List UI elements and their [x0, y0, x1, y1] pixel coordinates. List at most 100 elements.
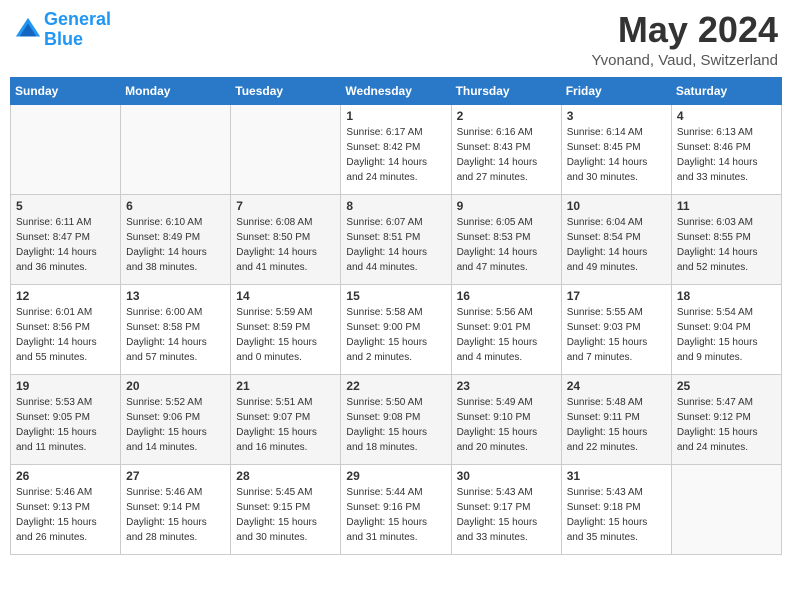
- week-row-4: 19 Sunrise: 5:53 AM Sunset: 9:05 PM Dayli…: [11, 374, 782, 464]
- day-cell: 9 Sunrise: 6:05 AM Sunset: 8:53 PM Daylig…: [451, 194, 561, 284]
- day-info: Sunrise: 5:56 AM Sunset: 9:01 PM Dayligh…: [457, 305, 556, 365]
- day-number: 7: [236, 199, 335, 213]
- day-info: Sunrise: 6:10 AM Sunset: 8:49 PM Dayligh…: [126, 215, 225, 275]
- day-cell: 5Sunrise: 6:11 AM Sunset: 8:47 PM Daylig…: [11, 194, 121, 284]
- day-cell: 7 Sunrise: 6:08 AM Sunset: 8:50 PM Daylig…: [231, 194, 341, 284]
- day-number: 13: [126, 289, 225, 303]
- location-title: Yvonand, Vaud, Switzerland: [591, 52, 778, 69]
- day-number: 4: [677, 109, 776, 123]
- day-info: Sunrise: 5:59 AM Sunset: 8:59 PM Dayligh…: [236, 305, 335, 365]
- day-info: Sunrise: 5:48 AM Sunset: 9:11 PM Dayligh…: [567, 395, 666, 455]
- day-cell: 6 Sunrise: 6:10 AM Sunset: 8:49 PM Daylig…: [121, 194, 231, 284]
- day-cell: 3Sunrise: 6:14 AM Sunset: 8:45 PM Daylig…: [561, 104, 671, 194]
- day-number: 25: [677, 379, 776, 393]
- day-cell: [231, 104, 341, 194]
- day-cell: [11, 104, 121, 194]
- day-cell: 26 Sunrise: 5:46 AM Sunset: 9:13 PM Dayli…: [11, 464, 121, 554]
- month-title: May 2024: [591, 10, 778, 50]
- day-cell: 15 Sunrise: 5:58 AM Sunset: 9:00 PM Dayli…: [341, 284, 451, 374]
- day-info: Sunrise: 6:04 AM Sunset: 8:54 PM Dayligh…: [567, 215, 666, 275]
- day-cell: 2 Sunrise: 6:16 AM Sunset: 8:43 PM Daylig…: [451, 104, 561, 194]
- calendar-body: 1Sunrise: 6:17 AM Sunset: 8:42 PM Daylig…: [11, 104, 782, 554]
- day-number: 21: [236, 379, 335, 393]
- day-cell: [671, 464, 781, 554]
- week-row-3: 12 Sunrise: 6:01 AM Sunset: 8:56 PM Dayli…: [11, 284, 782, 374]
- day-cell: 22Sunrise: 5:50 AM Sunset: 9:08 PM Dayli…: [341, 374, 451, 464]
- day-number: 20: [126, 379, 225, 393]
- day-number: 27: [126, 469, 225, 483]
- weekday-friday: Friday: [561, 77, 671, 104]
- day-info: Sunrise: 5:58 AM Sunset: 9:00 PM Dayligh…: [346, 305, 445, 365]
- weekday-header-row: SundayMondayTuesdayWednesdayThursdayFrid…: [11, 77, 782, 104]
- day-number: 19: [16, 379, 115, 393]
- day-info: Sunrise: 5:43 AM Sunset: 9:17 PM Dayligh…: [457, 485, 556, 545]
- day-cell: 27 Sunrise: 5:46 AM Sunset: 9:14 PM Dayli…: [121, 464, 231, 554]
- day-cell: 24 Sunrise: 5:48 AM Sunset: 9:11 PM Dayli…: [561, 374, 671, 464]
- day-info: Sunrise: 5:44 AM Sunset: 9:16 PM Dayligh…: [346, 485, 445, 545]
- day-info: Sunrise: 6:00 AM Sunset: 8:58 PM Dayligh…: [126, 305, 225, 365]
- day-info: Sunrise: 6:13 AM Sunset: 8:46 PM Dayligh…: [677, 125, 776, 185]
- day-number: 10: [567, 199, 666, 213]
- title-block: May 2024 Yvonand, Vaud, Switzerland: [591, 10, 778, 69]
- day-cell: 31 Sunrise: 5:43 AM Sunset: 9:18 PM Dayli…: [561, 464, 671, 554]
- day-cell: 30Sunrise: 5:43 AM Sunset: 9:17 PM Dayli…: [451, 464, 561, 554]
- day-number: 1: [346, 109, 445, 123]
- day-number: 3: [567, 109, 666, 123]
- day-info: Sunrise: 5:49 AM Sunset: 9:10 PM Dayligh…: [457, 395, 556, 455]
- weekday-sunday: Sunday: [11, 77, 121, 104]
- day-cell: 1Sunrise: 6:17 AM Sunset: 8:42 PM Daylig…: [341, 104, 451, 194]
- day-number: 9: [457, 199, 556, 213]
- day-number: 29: [346, 469, 445, 483]
- day-number: 22: [346, 379, 445, 393]
- day-cell: 29 Sunrise: 5:44 AM Sunset: 9:16 PM Dayli…: [341, 464, 451, 554]
- weekday-saturday: Saturday: [671, 77, 781, 104]
- day-info: Sunrise: 6:05 AM Sunset: 8:53 PM Dayligh…: [457, 215, 556, 275]
- day-cell: 20 Sunrise: 5:52 AM Sunset: 9:06 PM Dayli…: [121, 374, 231, 464]
- day-number: 18: [677, 289, 776, 303]
- week-row-1: 1Sunrise: 6:17 AM Sunset: 8:42 PM Daylig…: [11, 104, 782, 194]
- day-info: Sunrise: 5:51 AM Sunset: 9:07 PM Dayligh…: [236, 395, 335, 455]
- day-number: 24: [567, 379, 666, 393]
- day-info: Sunrise: 6:08 AM Sunset: 8:50 PM Dayligh…: [236, 215, 335, 275]
- week-row-5: 26 Sunrise: 5:46 AM Sunset: 9:13 PM Dayli…: [11, 464, 782, 554]
- day-number: 5: [16, 199, 115, 213]
- day-number: 2: [457, 109, 556, 123]
- day-number: 15: [346, 289, 445, 303]
- day-info: Sunrise: 5:53 AM Sunset: 9:05 PM Dayligh…: [16, 395, 115, 455]
- day-cell: 4 Sunrise: 6:13 AM Sunset: 8:46 PM Daylig…: [671, 104, 781, 194]
- day-cell: 19 Sunrise: 5:53 AM Sunset: 9:05 PM Dayli…: [11, 374, 121, 464]
- day-info: Sunrise: 5:46 AM Sunset: 9:14 PM Dayligh…: [126, 485, 225, 545]
- day-info: Sunrise: 5:46 AM Sunset: 9:13 PM Dayligh…: [16, 485, 115, 545]
- day-cell: 14Sunrise: 5:59 AM Sunset: 8:59 PM Dayli…: [231, 284, 341, 374]
- day-cell: 12 Sunrise: 6:01 AM Sunset: 8:56 PM Dayli…: [11, 284, 121, 374]
- page-header: General Blue May 2024 Yvonand, Vaud, Swi…: [10, 10, 782, 69]
- day-info: Sunrise: 5:54 AM Sunset: 9:04 PM Dayligh…: [677, 305, 776, 365]
- day-number: 16: [457, 289, 556, 303]
- day-cell: 25Sunrise: 5:47 AM Sunset: 9:12 PM Dayli…: [671, 374, 781, 464]
- day-info: Sunrise: 5:45 AM Sunset: 9:15 PM Dayligh…: [236, 485, 335, 545]
- day-cell: 17 Sunrise: 5:55 AM Sunset: 9:03 PM Dayli…: [561, 284, 671, 374]
- day-cell: 21 Sunrise: 5:51 AM Sunset: 9:07 PM Dayli…: [231, 374, 341, 464]
- day-number: 23: [457, 379, 556, 393]
- day-cell: 11Sunrise: 6:03 AM Sunset: 8:55 PM Dayli…: [671, 194, 781, 284]
- calendar-table: SundayMondayTuesdayWednesdayThursdayFrid…: [10, 77, 782, 555]
- day-number: 31: [567, 469, 666, 483]
- day-info: Sunrise: 5:55 AM Sunset: 9:03 PM Dayligh…: [567, 305, 666, 365]
- day-number: 12: [16, 289, 115, 303]
- day-number: 17: [567, 289, 666, 303]
- day-info: Sunrise: 5:52 AM Sunset: 9:06 PM Dayligh…: [126, 395, 225, 455]
- day-cell: 28 Sunrise: 5:45 AM Sunset: 9:15 PM Dayli…: [231, 464, 341, 554]
- day-number: 26: [16, 469, 115, 483]
- day-info: Sunrise: 6:01 AM Sunset: 8:56 PM Dayligh…: [16, 305, 115, 365]
- logo: General Blue: [14, 10, 111, 50]
- day-number: 28: [236, 469, 335, 483]
- day-number: 6: [126, 199, 225, 213]
- day-info: Sunrise: 5:43 AM Sunset: 9:18 PM Dayligh…: [567, 485, 666, 545]
- day-info: Sunrise: 6:16 AM Sunset: 8:43 PM Dayligh…: [457, 125, 556, 185]
- day-info: Sunrise: 6:07 AM Sunset: 8:51 PM Dayligh…: [346, 215, 445, 275]
- day-cell: 10 Sunrise: 6:04 AM Sunset: 8:54 PM Dayli…: [561, 194, 671, 284]
- weekday-tuesday: Tuesday: [231, 77, 341, 104]
- weekday-wednesday: Wednesday: [341, 77, 451, 104]
- day-cell: [121, 104, 231, 194]
- day-cell: 13 Sunrise: 6:00 AM Sunset: 8:58 PM Dayli…: [121, 284, 231, 374]
